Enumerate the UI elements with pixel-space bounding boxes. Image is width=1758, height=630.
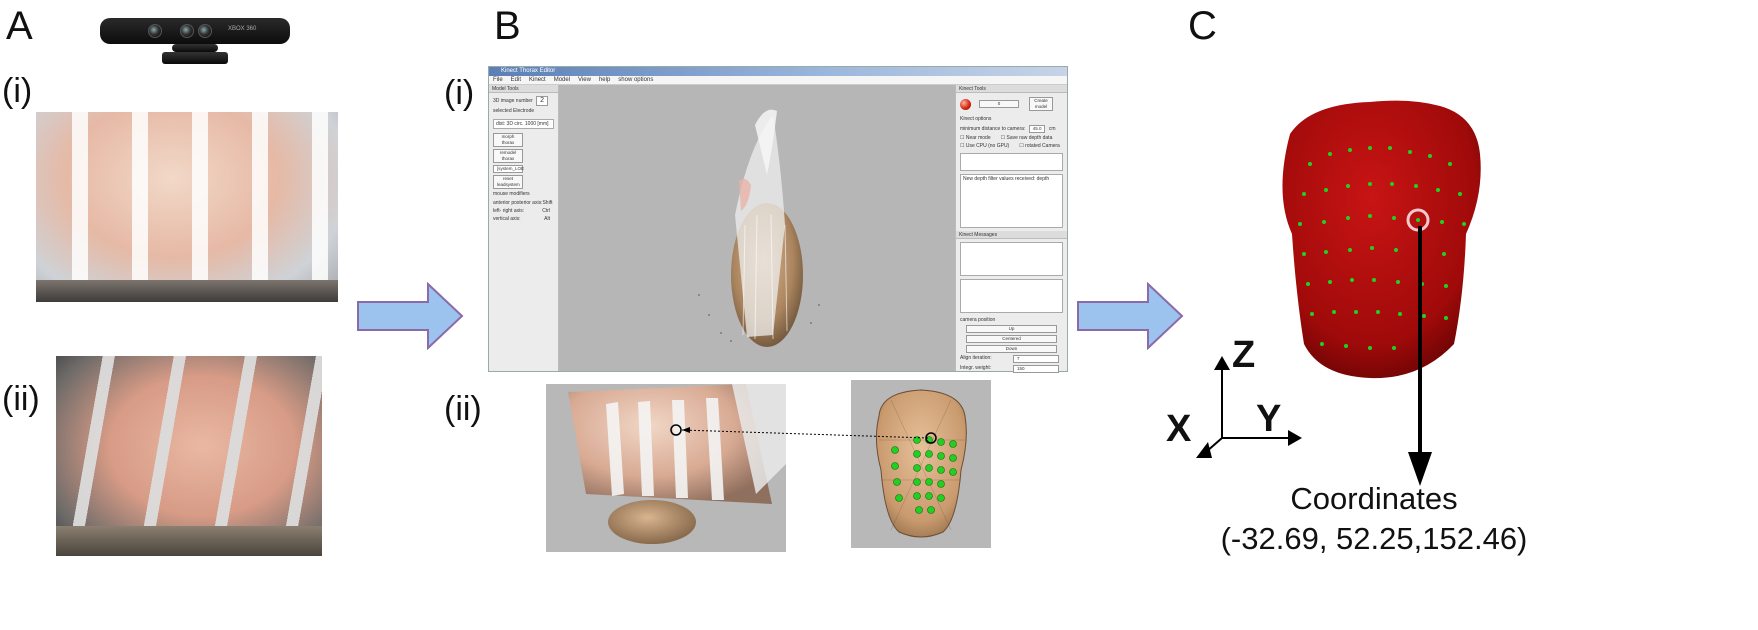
red-torso-model: [1282, 100, 1481, 379]
use-cpu-checkbox[interactable]: ☐ Use CPU (no GPU): [960, 142, 1009, 150]
near-mode-checkbox[interactable]: ☐ Near mode: [960, 134, 991, 142]
model-tools-pane: Model Tools 3D image number 2 selected E…: [489, 85, 559, 371]
menu-view[interactable]: View: [578, 76, 591, 84]
3d-viewport[interactable]: [559, 85, 955, 371]
point-cloud-render: [698, 109, 820, 347]
menu-kinect[interactable]: Kinect: [529, 76, 546, 84]
save-raw-label: Save raw depth data: [1006, 135, 1053, 141]
depth-filter-log: New depth filter values received: depth: [960, 174, 1063, 228]
record-button-icon[interactable]: [960, 98, 971, 110]
camera-down-button[interactable]: Down: [966, 345, 1057, 353]
panel-a-label: A: [6, 4, 33, 48]
modifier-row: anterior posterior axis: Shift: [489, 199, 558, 207]
menu-help[interactable]: help: [599, 76, 610, 84]
panel-c-label: C: [1188, 4, 1217, 48]
coordinates-title: Coordinates: [1290, 481, 1458, 516]
menu-bar: File Edit Kinect Model View help show op…: [489, 76, 1067, 85]
selected-electrode-label: selected Electrode: [493, 108, 535, 114]
front-thorax-photo: [36, 112, 338, 302]
window-title-bar: Kinect Thorax Editor: [489, 67, 1067, 76]
create-model-button[interactable]: Create model: [1029, 97, 1053, 111]
point-cloud-subview: [546, 384, 786, 552]
coordinate-pointer-arrow: [1408, 226, 1432, 486]
kinect-sensor-image: XBOX 360: [100, 14, 290, 66]
panel-a-i-label: (i): [2, 72, 33, 110]
modifier-key: Ctrl: [542, 208, 550, 214]
modifier-axis: anterior posterior axis:: [493, 200, 543, 206]
min-distance-unit: cm: [1048, 126, 1056, 132]
camera-centered-button[interactable]: Centered: [966, 335, 1057, 343]
panel-b-i-label: (i): [444, 74, 475, 112]
panel-b-ii-label: (ii): [444, 390, 482, 428]
iteration-label: Align iteration:: [960, 355, 992, 361]
kinect-messages-title: Kinect Messages: [956, 231, 1067, 239]
y-axis-label: Y: [1256, 398, 1282, 440]
menu-model[interactable]: Model: [554, 76, 570, 84]
modifier-axis: vertical axis:: [493, 216, 521, 222]
camera-position-label: camera position: [960, 317, 996, 323]
kinect-brand-text: XBOX 360: [228, 26, 257, 32]
camera-up-button[interactable]: Up: [966, 325, 1057, 333]
near-mode-label: Near mode: [965, 135, 991, 141]
arrow-a-to-b: [356, 282, 464, 350]
correspondence-line: [681, 427, 929, 439]
mouse-modifiers-label: mouse modifiers: [493, 191, 530, 197]
morph-thorax-button[interactable]: morph thorax: [493, 133, 523, 147]
x-axis-label: X: [1166, 408, 1192, 450]
lead-system-select[interactable]: [system_LOE: [493, 165, 524, 173]
messages-box-2: [960, 279, 1063, 313]
panel-a-ii-label: (ii): [2, 380, 40, 418]
model-tools-title: Model Tools: [489, 85, 558, 93]
back-thorax-photo: [56, 356, 322, 556]
menu-edit[interactable]: Edit: [511, 76, 521, 84]
image-number-label: 3D image number: [493, 98, 533, 104]
panel-b-label: B: [494, 4, 521, 48]
iteration-spinbox[interactable]: 7: [1013, 355, 1059, 363]
modifier-key: Shift: [542, 200, 553, 206]
weight-label: Integr. weight:: [960, 365, 992, 371]
count-field: 0: [979, 100, 1019, 108]
save-raw-checkbox[interactable]: ☐ Save raw depth data: [1001, 134, 1053, 142]
status-box: [960, 153, 1063, 171]
messages-box: [960, 242, 1063, 276]
menu-show-options[interactable]: show options: [618, 76, 653, 84]
coordinates-value: (-32.69, 52.25,152.46): [1220, 521, 1528, 556]
kinect-options-label: Kinect options: [960, 116, 992, 122]
kinect-software-window: Kinect Thorax Editor File Edit Kinect Mo…: [488, 66, 1068, 373]
arrow-b-to-c: [1076, 282, 1184, 350]
torso-model-subview: [851, 380, 991, 548]
kinect-tools-title: Kinect Tools: [956, 85, 1067, 93]
z-axis-label: Z: [1232, 334, 1256, 376]
image-number-spinbox[interactable]: 2: [536, 96, 549, 106]
modifier-axis: left- right axis:: [493, 208, 525, 214]
modifier-key: Alt: [544, 216, 550, 222]
reset-leadsystem-button[interactable]: reset leadsystem: [493, 175, 523, 189]
remodel-thorax-button[interactable]: remodel thorax: [493, 149, 523, 163]
rotated-camera-checkbox[interactable]: ☐ rotated Camera: [1019, 142, 1060, 150]
rotated-camera-label: rotated Camera: [1025, 143, 1060, 149]
min-distance-label: minimum distance to camera:: [960, 126, 1026, 132]
kinect-tools-pane: Kinect Tools 0 Create model Kinect optio…: [955, 85, 1067, 373]
min-distance-input[interactable]: 45.0: [1028, 125, 1046, 133]
electrode-field[interactable]: dist: 3D circ. 1000 [mm]: [493, 119, 554, 129]
use-cpu-label: Use CPU (no GPU): [965, 143, 1010, 149]
menu-file[interactable]: File: [493, 76, 503, 84]
modifier-row: left- right axis: Ctrl: [489, 207, 558, 215]
modifier-row: vertical axis: Alt: [489, 215, 558, 223]
weight-spinbox[interactable]: 150: [1013, 365, 1059, 373]
